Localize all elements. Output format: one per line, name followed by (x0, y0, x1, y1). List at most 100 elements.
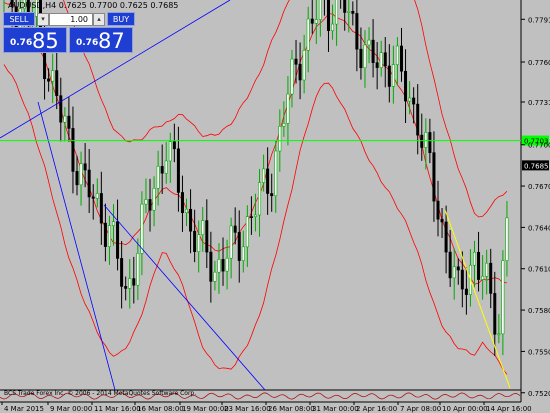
candle-body (464, 288, 468, 295)
candle-body (477, 251, 481, 280)
candle-body (489, 262, 493, 294)
candle-body (444, 221, 448, 253)
candle-body (233, 225, 237, 233)
candle-body (351, 11, 355, 14)
candle-body (249, 216, 253, 218)
candle-body (221, 259, 225, 272)
price-tick-label: 0.7760 (528, 59, 550, 67)
sell-price-box[interactable]: 0.76 85 (3, 27, 67, 53)
candle-body (209, 251, 213, 282)
candle-body (363, 44, 367, 69)
candle-body (432, 152, 436, 202)
candle-body (205, 220, 209, 253)
time-tick-label: 9 Mar 00:00 (50, 405, 92, 413)
candle-body (189, 208, 193, 232)
candle-body (302, 50, 306, 81)
price-axis-labels: 0.7791 0.7760 0.7731 0.7700 0.7670 0.7640 0.76… (521, 16, 550, 398)
candle-body (136, 253, 140, 286)
candle-body (225, 257, 229, 272)
candle-body (132, 278, 136, 286)
candle-body (448, 251, 452, 279)
buy-price-box[interactable]: 0.76 87 (69, 27, 133, 53)
time-tick-label: 7 Apr 08:00 (400, 405, 441, 413)
candle-body (237, 232, 241, 261)
candle-body (193, 230, 197, 252)
candle-body (355, 13, 359, 50)
candle-body (290, 58, 294, 95)
candle-body (217, 259, 221, 273)
symbol-name: AUDUSD,H4 (8, 1, 57, 10)
candle-body (387, 65, 391, 87)
candle-body (67, 115, 71, 129)
lot-size-input[interactable]: 1.00 (49, 13, 93, 26)
lot-increase-button[interactable]: ▴ (93, 13, 105, 26)
candle-body (124, 286, 128, 289)
candle-body (140, 203, 144, 254)
candle-body (395, 45, 399, 65)
candle-body (497, 333, 501, 336)
time-tick-label: 11 Mar 16:00 (94, 405, 141, 413)
candle-body (59, 95, 63, 123)
time-tick-label: 4 Mar 2015 (4, 405, 44, 413)
candle-body (278, 126, 282, 152)
price-tick-label: 0.7550 (528, 348, 550, 356)
candle-body (282, 123, 286, 127)
candle-body (87, 169, 91, 198)
buy-price-prefix: 0.76 (76, 38, 99, 48)
candle-body (156, 166, 160, 189)
candle-body (241, 246, 245, 261)
candle-body (91, 196, 95, 199)
candle-body (428, 132, 432, 153)
candle-body (452, 266, 456, 279)
candle-body (185, 208, 189, 214)
candle-body (481, 275, 485, 280)
candle-body (359, 48, 363, 69)
candle-body (112, 221, 116, 226)
candle-body (71, 128, 75, 172)
candle-body (253, 214, 257, 217)
lot-decrease-button[interactable]: ▾ (37, 13, 49, 26)
sell-price-pips: 85 (32, 29, 59, 53)
sell-button[interactable]: SELL (3, 12, 35, 26)
candle-body (412, 97, 416, 105)
candle-body (116, 221, 120, 259)
price-chart[interactable]: 0.77030.7685 0.77910.77600.77310.77000.7… (0, 0, 550, 413)
candle-body (485, 262, 489, 277)
candle-body (120, 258, 124, 287)
candle-body (310, 18, 314, 24)
candle-body (404, 70, 408, 102)
candle-body (493, 293, 497, 335)
candle-body (245, 216, 249, 248)
candle-body (375, 62, 379, 68)
time-tick-label: 19 Mar 00:00 (182, 405, 229, 413)
candle-body (83, 163, 87, 171)
candle-body (367, 39, 371, 46)
buy-button[interactable]: BUY (107, 12, 135, 26)
candle-body (318, 0, 322, 20)
ohlc-values: 0.7625 0.7700 0.7625 0.7685 (58, 1, 179, 10)
candle-body (128, 278, 132, 289)
current-price-text: 0.7685 (524, 162, 549, 170)
candle-body (408, 97, 412, 102)
candle-body (391, 64, 395, 87)
buy-price-pips: 87 (98, 29, 125, 53)
price-tick-label: 0.7580 (528, 307, 550, 315)
time-tick-label: 10 Apr 00:00 (442, 405, 488, 413)
candle-body (229, 225, 233, 259)
candle-body (103, 222, 107, 247)
price-tick-label: 0.7520 (528, 390, 550, 398)
candle-body (274, 150, 278, 197)
candle-body (472, 251, 476, 266)
candle-body (326, 0, 330, 31)
candle-body (258, 182, 262, 216)
candle-body (99, 193, 103, 224)
price-tick-label: 0.7670 (528, 183, 550, 191)
candle-body (501, 260, 505, 335)
candle-body (197, 234, 201, 252)
candle-body (371, 39, 375, 63)
candle-body (266, 168, 270, 194)
candle-body (456, 266, 460, 271)
candle-body (148, 199, 152, 211)
candle-body (213, 271, 217, 282)
candle-body (144, 199, 148, 205)
